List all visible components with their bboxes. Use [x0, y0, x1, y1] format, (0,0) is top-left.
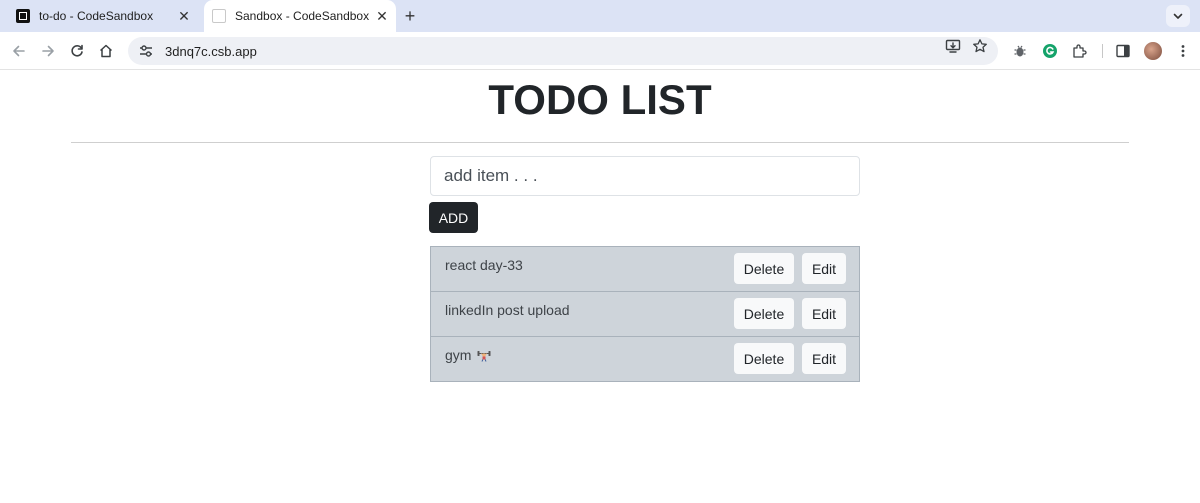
- more-vertical-icon: [1181, 45, 1185, 57]
- browser-menu-button[interactable]: [1173, 41, 1193, 61]
- url-text[interactable]: 3dnq7c.csb.app: [165, 44, 998, 59]
- grammarly-extension-button[interactable]: [1040, 41, 1060, 61]
- edit-button[interactable]: Edit: [802, 253, 846, 284]
- site-settings-icon[interactable]: [137, 42, 155, 60]
- todo-list: react day-33 Delete Edit linkedIn post u…: [430, 246, 860, 382]
- todo-text: react day-33: [445, 257, 523, 273]
- back-button[interactable]: [8, 40, 30, 62]
- divider: [71, 142, 1129, 143]
- tab-sandbox-codesandbox[interactable]: Sandbox - CodeSandbox ✕: [204, 0, 396, 32]
- address-bar[interactable]: 3dnq7c.csb.app: [128, 37, 998, 65]
- tab-close-icon[interactable]: ✕: [372, 8, 392, 25]
- star-icon: [973, 39, 987, 53]
- weightlifter-icon: [477, 351, 491, 362]
- arrow-right-icon: [42, 45, 54, 57]
- home-button[interactable]: [95, 40, 117, 62]
- new-tab-button[interactable]: +: [400, 6, 420, 26]
- delete-button[interactable]: Delete: [734, 343, 794, 374]
- puzzle-icon: [1073, 44, 1087, 58]
- bug-icon: [1014, 45, 1026, 57]
- chevron-down-icon: [1173, 13, 1183, 19]
- todo-item: linkedIn post upload Delete Edit: [430, 291, 860, 337]
- profile-avatar[interactable]: [1144, 42, 1162, 60]
- add-item-input[interactable]: [430, 156, 860, 196]
- forward-button[interactable]: [37, 40, 59, 62]
- todo-item: gym Delete Edit: [430, 336, 860, 382]
- bookmark-button[interactable]: [971, 37, 989, 55]
- tab-strip: to-do - CodeSandbox ✕ Sandbox - CodeSand…: [0, 0, 1200, 32]
- grammarly-icon: [1043, 44, 1057, 58]
- todo-item: react day-33 Delete Edit: [430, 246, 860, 292]
- arrow-left-icon: [13, 45, 25, 57]
- edit-button[interactable]: Edit: [802, 343, 846, 374]
- side-panel-button[interactable]: [1113, 41, 1133, 61]
- todo-text-wrapper: gym: [445, 347, 491, 363]
- codesandbox-favicon-icon: [16, 9, 30, 23]
- delete-button[interactable]: Delete: [734, 298, 794, 329]
- toolbar-separator: [1102, 44, 1103, 58]
- tab-title: to-do - CodeSandbox: [39, 9, 154, 23]
- reload-button[interactable]: [66, 40, 88, 62]
- todo-text: gym: [445, 347, 472, 363]
- bug-extension-button[interactable]: [1010, 41, 1030, 61]
- page-title: TODO LIST: [488, 76, 712, 123]
- todo-text: linkedIn post upload: [445, 302, 570, 318]
- extensions-button[interactable]: [1069, 41, 1089, 61]
- reload-icon: [71, 44, 83, 57]
- install-app-button[interactable]: [944, 37, 962, 55]
- tab-title: Sandbox - CodeSandbox: [235, 9, 370, 23]
- tab-search-button[interactable]: [1166, 5, 1190, 27]
- home-icon: [99, 44, 113, 58]
- side-panel-icon: [1116, 44, 1130, 58]
- delete-button[interactable]: Delete: [734, 253, 794, 284]
- tab-todo-codesandbox[interactable]: to-do - CodeSandbox ✕: [8, 0, 198, 32]
- tab-close-icon[interactable]: ✕: [174, 8, 194, 25]
- browser-toolbar: 3dnq7c.csb.app: [0, 32, 1200, 70]
- install-app-icon: [945, 39, 961, 53]
- add-button[interactable]: ADD: [429, 202, 478, 233]
- edit-button[interactable]: Edit: [802, 298, 846, 329]
- blank-favicon-icon: [212, 9, 226, 23]
